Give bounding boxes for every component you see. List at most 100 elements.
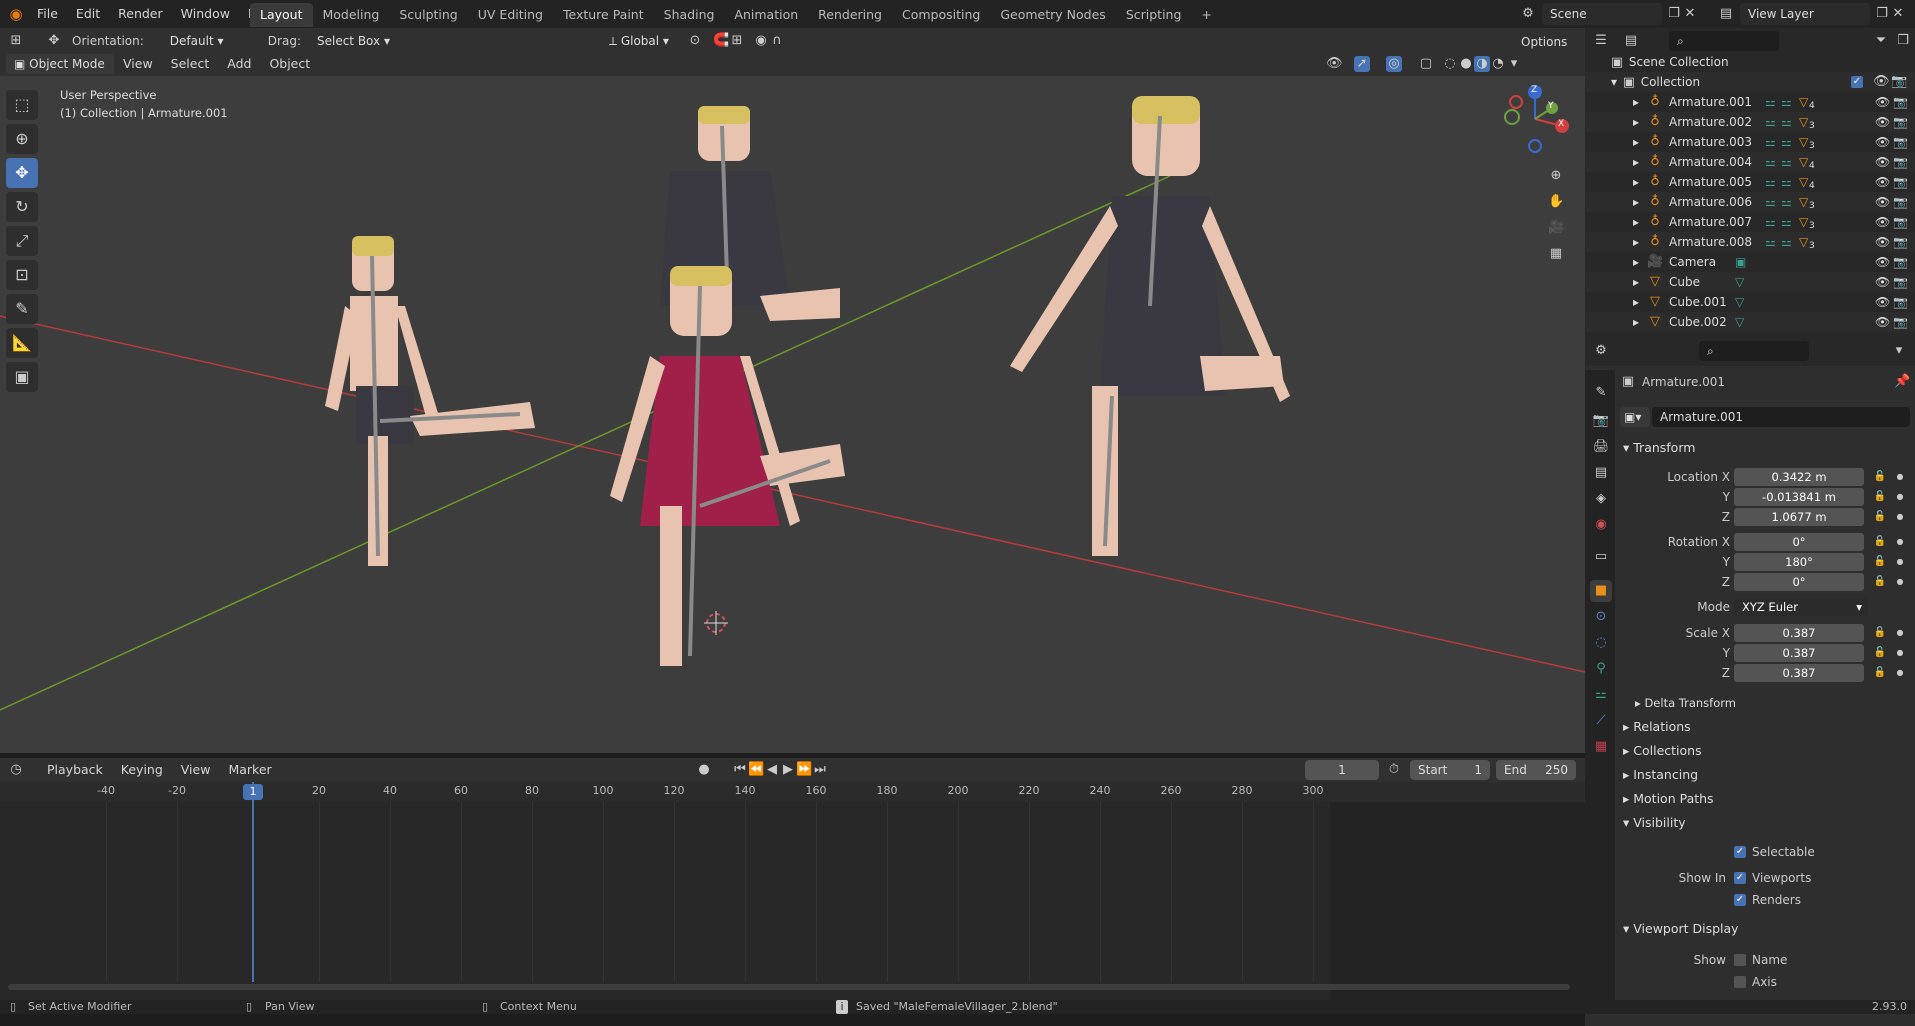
- outliner-item[interactable]: ▸ ▽ Cube.001 ▽ 👁 📷: [1585, 292, 1915, 312]
- jump-start-icon[interactable]: ⏮: [732, 762, 748, 778]
- keyframe-dot-icon[interactable]: ●: [1892, 469, 1908, 485]
- visibility-icon[interactable]: 👁: [1875, 212, 1890, 232]
- scale-tool-icon[interactable]: ⤢: [6, 226, 38, 256]
- select-box-tool-icon[interactable]: ⬚: [6, 90, 38, 120]
- tab-shading[interactable]: Shading: [654, 3, 725, 27]
- bone-tab-icon[interactable]: ⟋: [1590, 710, 1612, 732]
- world-tab-icon[interactable]: ◉: [1590, 514, 1612, 536]
- tab-texture-paint[interactable]: Texture Paint: [553, 3, 654, 27]
- render-icon[interactable]: 📷: [1893, 132, 1908, 152]
- child-mesh-icon[interactable]: ▽: [1799, 112, 1808, 132]
- rotation-mode-dropdown[interactable]: XYZ Euler ▾: [1734, 598, 1868, 616]
- xray-icon[interactable]: ▢: [1418, 56, 1434, 72]
- timeline-area[interactable]: -40 -20 20 40 60 80 100 120 140 160 180 200 220 240 26…: [0, 782, 1585, 1000]
- collection-tab-icon[interactable]: ▭: [1590, 546, 1612, 568]
- armature-data-icon[interactable]: ⚍: [1781, 92, 1792, 112]
- mesh-data-icon[interactable]: ▽: [1735, 312, 1744, 332]
- scale-x-field[interactable]: 0.387: [1734, 624, 1864, 642]
- perspective-grid-icon[interactable]: ▦: [1548, 246, 1564, 262]
- tab-compositing[interactable]: Compositing: [892, 3, 990, 27]
- tab-modeling[interactable]: Modeling: [313, 3, 390, 27]
- keyframe-dot-icon[interactable]: ●: [1892, 665, 1908, 681]
- view-layer-tab-icon[interactable]: ▤: [1590, 462, 1612, 484]
- visibility-icon[interactable]: 👁: [1875, 192, 1890, 212]
- falloff-icon[interactable]: ∩: [769, 33, 785, 49]
- add-cube-tool-icon[interactable]: ▣: [6, 362, 38, 392]
- mesh-data-icon[interactable]: ▽: [1735, 292, 1744, 312]
- outliner-editor-icon[interactable]: ☰: [1593, 33, 1609, 49]
- pose-icon[interactable]: ⚍: [1765, 92, 1776, 112]
- properties-editor-icon[interactable]: ⚙: [1593, 343, 1609, 359]
- delete-scene-icon[interactable]: ✕: [1682, 6, 1698, 22]
- expand-arrow-icon[interactable]: ▸: [1633, 112, 1639, 132]
- options-button[interactable]: Options: [1513, 31, 1576, 53]
- collections-panel-header[interactable]: ▸ Collections: [1615, 740, 1911, 762]
- menu-edit[interactable]: Edit: [67, 0, 109, 28]
- show-axis-checkbox[interactable]: [1734, 976, 1746, 988]
- end-frame-field[interactable]: End 250: [1496, 760, 1576, 780]
- outliner-collection[interactable]: ▾ ▣ Collection ✓ 👁 📷: [1585, 72, 1915, 92]
- location-z-field[interactable]: 1.0677 m: [1734, 508, 1864, 526]
- render-icon[interactable]: 📷: [1893, 172, 1908, 192]
- visibility-icon[interactable]: 👁: [1875, 272, 1890, 292]
- collection-render-icon[interactable]: 📷: [1891, 74, 1907, 90]
- render-icon[interactable]: 📷: [1893, 232, 1908, 252]
- expand-arrow-icon[interactable]: ▸: [1633, 252, 1639, 272]
- record-icon[interactable]: ●: [696, 762, 712, 778]
- properties-options-icon[interactable]: ▾: [1891, 343, 1907, 359]
- visibility-icon[interactable]: 👁: [1875, 292, 1890, 312]
- visibility-icon[interactable]: 👁: [1875, 172, 1890, 192]
- view-layer-field[interactable]: View Layer: [1740, 3, 1870, 25]
- visibility-icon[interactable]: 👁: [1875, 92, 1890, 112]
- pose-icon[interactable]: ⚍: [1765, 212, 1776, 232]
- rotate-tool-icon[interactable]: ↻: [6, 192, 38, 222]
- cursor-tool-icon[interactable]: ⊕: [6, 124, 38, 154]
- expand-arrow-icon[interactable]: ▸: [1633, 292, 1639, 312]
- visibility-icon[interactable]: 👁: [1875, 252, 1890, 272]
- render-icon[interactable]: 📷: [1893, 212, 1908, 232]
- navigation-gizmo[interactable]: Z X Y: [1500, 84, 1570, 154]
- menu-playback[interactable]: Playback: [38, 760, 112, 780]
- start-frame-field[interactable]: Start 1: [1410, 760, 1490, 780]
- scene-tab-icon[interactable]: ◈: [1590, 488, 1612, 510]
- rotation-z-field[interactable]: 0°: [1734, 573, 1864, 591]
- tab-layout[interactable]: Layout: [250, 3, 313, 27]
- view-layer-icon[interactable]: ▤: [1718, 6, 1734, 22]
- outliner-item[interactable]: ▸ ♁ Armature.008 ⚍ ⚍ ▽ 3 👁 📷: [1585, 232, 1915, 252]
- camera-data-icon[interactable]: ▣: [1735, 252, 1746, 272]
- menu-add[interactable]: Add: [218, 54, 260, 74]
- render-icon[interactable]: 📷: [1893, 192, 1908, 212]
- menu-render[interactable]: Render: [109, 0, 172, 28]
- relations-panel-header[interactable]: ▸ Relations: [1615, 716, 1911, 738]
- rendered-shading-icon[interactable]: ◔: [1490, 56, 1506, 72]
- expand-arrow-icon[interactable]: ▸: [1633, 192, 1639, 212]
- armature-data-icon[interactable]: ⚍: [1781, 152, 1792, 172]
- filter-icon[interactable]: ⏷: [1873, 33, 1889, 49]
- pose-icon[interactable]: ⚍: [1765, 192, 1776, 212]
- output-tab-icon[interactable]: 🖨: [1590, 436, 1612, 458]
- delta-transform-header[interactable]: ▸ Delta Transform: [1615, 692, 1911, 714]
- selectable-checkbox[interactable]: ✓: [1734, 846, 1746, 858]
- blender-logo-icon[interactable]: ◉: [4, 6, 28, 22]
- render-icon[interactable]: 📷: [1893, 292, 1908, 312]
- lock-icon[interactable]: 🔓: [1872, 645, 1888, 661]
- visibility-icon[interactable]: 👁: [1875, 312, 1890, 332]
- scene-field[interactable]: Scene: [1542, 3, 1662, 25]
- pose-icon[interactable]: ⚍: [1765, 112, 1776, 132]
- render-icon[interactable]: 📷: [1893, 112, 1908, 132]
- render-tab-icon[interactable]: 📷: [1590, 410, 1612, 432]
- transform-tool-icon[interactable]: ✥: [46, 33, 62, 49]
- new-collection-icon[interactable]: ❐: [1895, 33, 1911, 49]
- keyframe-dot-icon[interactable]: ●: [1892, 625, 1908, 641]
- timeline-scrollbar[interactable]: [8, 984, 1570, 990]
- keyframe-dot-icon[interactable]: ●: [1892, 509, 1908, 525]
- visibility-icon[interactable]: 👁: [1326, 56, 1343, 72]
- menu-timeline-view[interactable]: View: [172, 760, 220, 780]
- outliner-search-field[interactable]: ⌕: [1669, 31, 1779, 51]
- delete-view-layer-icon[interactable]: ✕: [1890, 6, 1906, 22]
- outliner-item[interactable]: ▸ ♁ Armature.002 ⚍ ⚍ ▽ 3 👁 📷: [1585, 112, 1915, 132]
- menu-window[interactable]: Window: [172, 0, 239, 28]
- tool-tab-icon[interactable]: ✎: [1590, 382, 1612, 404]
- render-icon[interactable]: 📷: [1893, 312, 1908, 332]
- child-mesh-icon[interactable]: ▽: [1799, 172, 1808, 192]
